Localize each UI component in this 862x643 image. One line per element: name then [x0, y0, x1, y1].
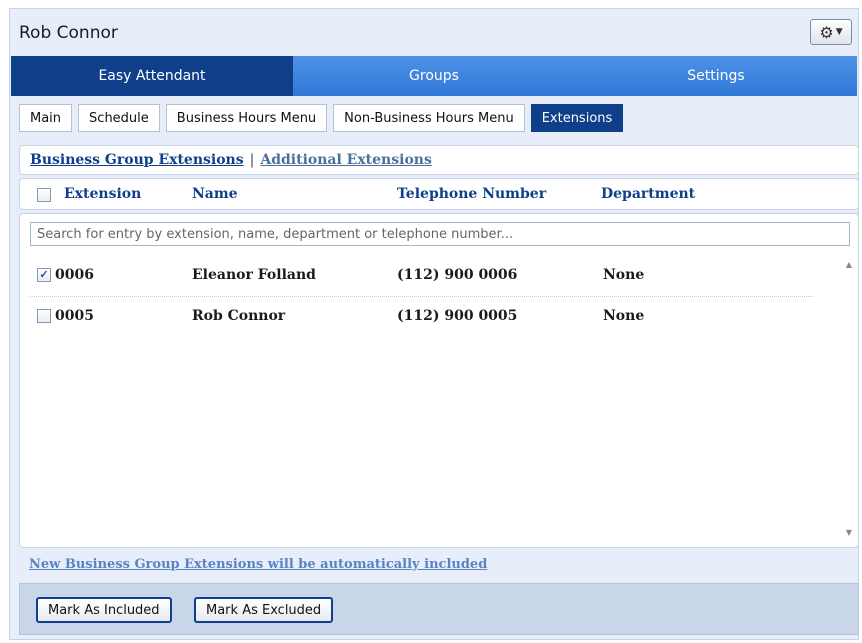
search-input[interactable]	[30, 222, 850, 246]
row-checkbox[interactable]	[37, 309, 51, 323]
scroll-up-arrow-icon[interactable]: ▲	[846, 260, 852, 269]
row-department: None	[603, 267, 645, 283]
select-all-checkbox[interactable]	[37, 188, 51, 202]
subtab-non-business-hours-menu[interactable]: Non-Business Hours Menu	[333, 104, 525, 132]
column-header-name[interactable]: Name	[192, 186, 238, 202]
mark-as-excluded-button[interactable]: Mark As Excluded	[194, 597, 334, 623]
sub-tab-bar: Main Schedule Business Hours Menu Non-Bu…	[19, 104, 624, 132]
tab-easy-attendant[interactable]: Easy Attendant	[11, 56, 293, 96]
row-telephone: (112) 900 0005	[397, 308, 518, 324]
subtab-main[interactable]: Main	[19, 104, 73, 132]
settings-menu-button[interactable]: ⚙ ▼	[810, 19, 852, 45]
main-tab-bar: Easy Attendant Groups Settings	[11, 56, 857, 96]
title-bar: Rob Connor ⚙ ▼	[10, 9, 858, 55]
extensions-list: ✓ 0006 Eleanor Folland (112) 900 0006 No…	[19, 213, 859, 548]
row-department: None	[603, 308, 645, 324]
column-header-department[interactable]: Department	[601, 186, 695, 202]
chevron-down-icon: ▼	[835, 27, 843, 37]
auto-include-notice[interactable]: New Business Group Extensions will be au…	[29, 557, 487, 572]
row-extension: 0006	[55, 267, 94, 283]
gear-icon: ⚙	[819, 22, 834, 42]
subtab-extensions[interactable]: Extensions	[530, 104, 624, 132]
table-header: Extension Name Telephone Number Departme…	[19, 178, 859, 210]
table-row[interactable]: ✓ 0006 Eleanor Folland (112) 900 0006 No…	[30, 256, 813, 297]
row-checkbox[interactable]: ✓	[37, 268, 51, 282]
scroll-down-arrow-icon[interactable]: ▼	[846, 528, 852, 537]
extension-type-links: Business Group Extensions | Additional E…	[19, 145, 859, 175]
window-title: Rob Connor	[19, 23, 118, 43]
action-footer: Mark As Included Mark As Excluded	[19, 583, 859, 635]
row-name: Rob Connor	[192, 308, 286, 324]
column-header-extension[interactable]: Extension	[64, 186, 141, 202]
row-telephone: (112) 900 0006	[397, 267, 518, 283]
additional-extensions-link[interactable]: Additional Extensions	[260, 152, 432, 168]
row-name: Eleanor Folland	[192, 267, 316, 283]
tab-groups[interactable]: Groups	[293, 56, 575, 96]
row-extension: 0005	[55, 308, 94, 324]
column-header-telephone[interactable]: Telephone Number	[397, 186, 546, 202]
tab-settings[interactable]: Settings	[575, 56, 857, 96]
mark-as-included-button[interactable]: Mark As Included	[36, 597, 172, 623]
link-separator: |	[249, 152, 255, 168]
business-group-extensions-link[interactable]: Business Group Extensions	[30, 152, 244, 168]
table-row[interactable]: 0005 Rob Connor (112) 900 0005 None	[30, 297, 813, 337]
subtab-schedule[interactable]: Schedule	[78, 104, 160, 132]
subtab-business-hours-menu[interactable]: Business Hours Menu	[165, 104, 328, 132]
